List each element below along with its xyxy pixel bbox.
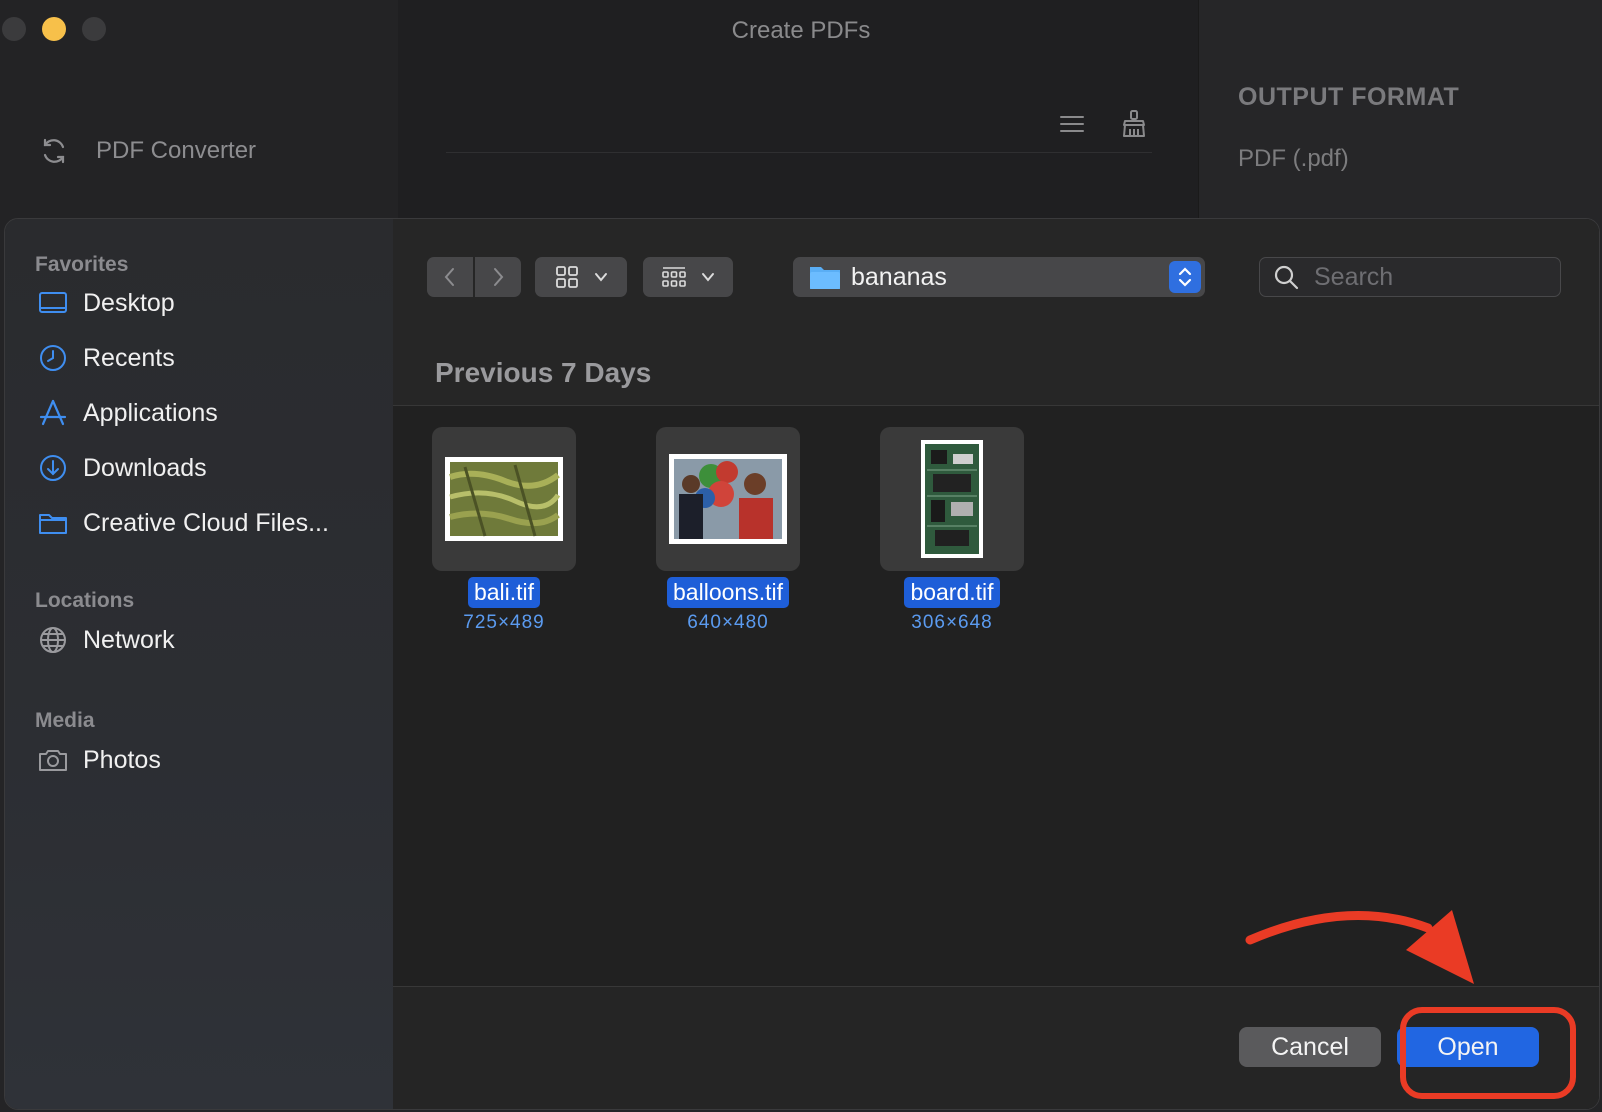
window-title: Create PDFs (731, 17, 871, 44)
image-thumbnail-icon (669, 454, 787, 544)
current-folder-name: bananas (851, 262, 947, 291)
globe-icon (40, 627, 66, 653)
image-thumbnail-icon (445, 457, 563, 541)
sidebar-item-photos[interactable]: Photos (37, 744, 161, 776)
search-field[interactable] (1259, 257, 1561, 297)
file-item-bali[interactable]: bali.tif 725×489 (429, 427, 579, 634)
group-heading: Previous 7 Days (435, 357, 652, 388)
search-input[interactable] (1312, 261, 1536, 293)
chevron-right-icon (494, 268, 504, 286)
dialog-sidebar: Favorites Desktop Recents Applications D… (5, 219, 393, 1109)
sidebar-item-desktop[interactable]: Desktop (37, 287, 175, 319)
clear-broom-icon[interactable] (1118, 108, 1150, 140)
sidebar-item-downloads[interactable]: Downloads (37, 452, 207, 484)
applications-icon (39, 399, 67, 426)
file-dimensions: 640×480 (687, 612, 769, 633)
folder-icon (39, 514, 67, 534)
folder-popup-stepper[interactable] (1169, 261, 1201, 293)
cancel-button[interactable]: Cancel (1239, 1027, 1381, 1067)
file-dimensions: 725×489 (463, 612, 545, 633)
file-item-board[interactable]: board.tif 306×648 (877, 427, 1027, 634)
output-format-heading: OUTPUT FORMAT (1238, 83, 1460, 111)
back-button[interactable] (427, 257, 473, 297)
group-header: Previous 7 Days (393, 343, 1599, 406)
file-thumbnail (656, 427, 800, 571)
file-dimensions: 306×648 (911, 612, 993, 633)
image-thumbnail-icon (921, 440, 983, 558)
sidebar-item-pdf-converter[interactable]: PDF Converter (38, 135, 256, 167)
download-icon (40, 455, 66, 481)
view-mode-button[interactable] (535, 257, 627, 297)
search-icon (1274, 265, 1299, 290)
group-by-button[interactable] (643, 257, 733, 297)
annotation-highlight-box (1400, 1007, 1576, 1099)
list-icon[interactable] (1056, 108, 1088, 140)
sidebar-item-network[interactable]: Network (37, 624, 175, 656)
sidebar-heading-favorites: Favorites (35, 253, 129, 276)
file-thumbnail (432, 427, 576, 571)
camera-icon (39, 750, 67, 771)
sidebar-item-recents[interactable]: Recents (37, 342, 175, 374)
output-format-value[interactable]: PDF (.pdf) (1238, 145, 1349, 173)
refresh-icon (43, 138, 65, 164)
desktop-icon (39, 292, 67, 313)
chevron-down-icon (702, 273, 714, 282)
sidebar-item-creative-cloud-files[interactable]: Creative Cloud Files... (37, 507, 329, 539)
clock-icon (40, 345, 66, 371)
dialog-toolbar: bananas (393, 219, 1599, 344)
forward-button[interactable] (475, 257, 521, 297)
group-icon (662, 267, 686, 287)
chevron-down-icon (595, 273, 607, 282)
file-name: bali.tif (467, 577, 541, 608)
sidebar-heading-media: Media (35, 709, 95, 732)
sidebar-heading-locations: Locations (35, 589, 135, 612)
grid-view-icon (556, 266, 578, 288)
file-item-balloons[interactable]: balloons.tif 640×480 (653, 427, 803, 634)
chevron-left-icon (444, 268, 454, 286)
file-thumbnail (880, 427, 1024, 571)
folder-icon (810, 267, 840, 289)
sidebar-item-applications[interactable]: Applications (37, 397, 218, 429)
file-name: balloons.tif (667, 577, 789, 608)
up-down-chevron-icon (1178, 267, 1192, 287)
file-name: board.tif (904, 577, 1000, 608)
annotation-arrow-icon (1245, 910, 1474, 984)
folder-location-popup[interactable]: bananas (793, 257, 1205, 297)
